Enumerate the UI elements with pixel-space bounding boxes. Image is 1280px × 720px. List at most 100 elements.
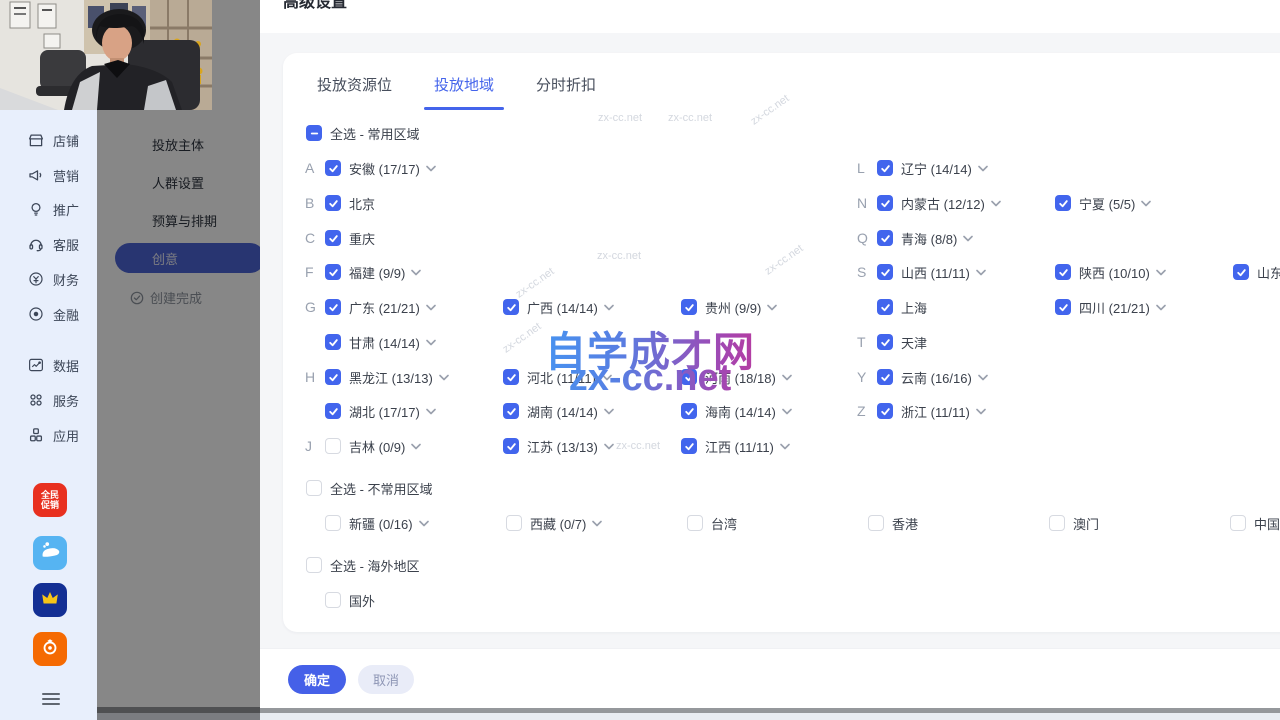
region-item[interactable]: 甘肃 (14/14): [325, 331, 436, 353]
checked-checkbox[interactable]: [877, 369, 893, 385]
chevron-down-icon[interactable]: [978, 165, 988, 172]
quanmin-cuxiao-app-icon[interactable]: 全民促销: [33, 483, 67, 517]
sidebar-item-marketing[interactable]: 营销: [27, 164, 79, 186]
region-item[interactable]: 天津: [877, 331, 927, 353]
region-item[interactable]: 福建 (9/9): [325, 261, 421, 283]
unchecked-checkbox[interactable]: [325, 515, 341, 531]
chevron-down-icon[interactable]: [604, 408, 614, 415]
tab-resource-position[interactable]: 投放资源位: [315, 74, 394, 98]
checked-checkbox[interactable]: [1055, 195, 1071, 211]
checked-checkbox[interactable]: [877, 299, 893, 315]
checked-checkbox[interactable]: [1233, 264, 1249, 280]
tab-time-discount[interactable]: 分时折扣: [534, 74, 598, 98]
checked-checkbox[interactable]: [681, 438, 697, 454]
crown-app-icon[interactable]: [33, 583, 67, 617]
region-item[interactable]: 北京: [325, 192, 375, 214]
region-item[interactable]: 海南 (14/14): [681, 400, 792, 422]
sidebar-item-services[interactable]: 服务: [27, 389, 79, 411]
checked-checkbox[interactable]: [325, 403, 341, 419]
chevron-down-icon[interactable]: [602, 374, 612, 381]
chevron-down-icon[interactable]: [782, 408, 792, 415]
tab-delivery-region[interactable]: 投放地域: [432, 74, 496, 98]
chevron-down-icon[interactable]: [1156, 269, 1166, 276]
checked-checkbox[interactable]: [325, 195, 341, 211]
chevron-down-icon[interactable]: [1156, 304, 1166, 311]
checked-checkbox[interactable]: [503, 369, 519, 385]
chevron-down-icon[interactable]: [963, 235, 973, 242]
chevron-down-icon[interactable]: [767, 304, 777, 311]
checked-checkbox[interactable]: [877, 264, 893, 280]
chevron-down-icon[interactable]: [978, 374, 988, 381]
region-item[interactable]: 上海: [877, 296, 927, 318]
sidebar-item-finance[interactable]: 财务: [27, 268, 79, 290]
region-item[interactable]: 江苏 (13/13): [503, 435, 614, 457]
checked-checkbox[interactable]: [877, 195, 893, 211]
checked-checkbox[interactable]: [325, 299, 341, 315]
select-all-common-regions[interactable]: 全选 - 常用区域: [306, 122, 420, 144]
chevron-down-icon[interactable]: [426, 339, 436, 346]
chevron-down-icon[interactable]: [780, 443, 790, 450]
chevron-down-icon[interactable]: [604, 304, 614, 311]
chevron-down-icon[interactable]: [426, 304, 436, 311]
unchecked-checkbox[interactable]: [1049, 515, 1065, 531]
checked-checkbox[interactable]: [503, 438, 519, 454]
sidebar-item-customer-service[interactable]: 客服: [27, 233, 79, 255]
unchecked-checkbox[interactable]: [306, 557, 322, 573]
checked-checkbox[interactable]: [877, 334, 893, 350]
chevron-down-icon[interactable]: [991, 200, 1001, 207]
unchecked-checkbox[interactable]: [325, 592, 341, 608]
region-item[interactable]: 国外: [325, 589, 375, 611]
checked-checkbox[interactable]: [877, 160, 893, 176]
region-item[interactable]: 新疆 (0/16): [325, 512, 429, 534]
checked-checkbox[interactable]: [325, 264, 341, 280]
chevron-down-icon[interactable]: [976, 408, 986, 415]
checked-checkbox[interactable]: [681, 369, 697, 385]
chevron-down-icon[interactable]: [411, 443, 421, 450]
unchecked-checkbox[interactable]: [506, 515, 522, 531]
checked-checkbox[interactable]: [325, 160, 341, 176]
unchecked-checkbox[interactable]: [687, 515, 703, 531]
region-item[interactable]: 内蒙古 (12/12): [877, 192, 1001, 214]
region-item[interactable]: 广西 (14/14): [503, 296, 614, 318]
region-item[interactable]: 湖南 (14/14): [503, 400, 614, 422]
whale-app-icon[interactable]: [33, 536, 67, 570]
checked-checkbox[interactable]: [503, 403, 519, 419]
checked-checkbox[interactable]: [681, 299, 697, 315]
checked-checkbox[interactable]: [681, 403, 697, 419]
region-item[interactable]: 台湾: [687, 512, 737, 534]
sidebar-item-promotion[interactable]: 推广: [27, 198, 79, 220]
region-item[interactable]: 云南 (16/16): [877, 366, 988, 388]
checked-checkbox[interactable]: [325, 334, 341, 350]
sidebar-item-apps[interactable]: 应用: [27, 424, 79, 446]
sidebar-item-data[interactable]: 数据: [27, 354, 79, 376]
region-item[interactable]: 重庆: [325, 227, 375, 249]
unchecked-checkbox[interactable]: [325, 438, 341, 454]
region-item[interactable]: 青海 (8/8): [877, 227, 973, 249]
region-item[interactable]: 浙江 (11/11): [877, 400, 986, 422]
unchecked-checkbox[interactable]: [306, 480, 322, 496]
chevron-down-icon[interactable]: [604, 443, 614, 450]
checked-checkbox[interactable]: [877, 403, 893, 419]
checked-checkbox[interactable]: [503, 299, 519, 315]
chevron-down-icon[interactable]: [976, 269, 986, 276]
chevron-down-icon[interactable]: [592, 520, 602, 527]
checked-checkbox[interactable]: [325, 230, 341, 246]
chevron-down-icon[interactable]: [439, 374, 449, 381]
region-item[interactable]: 广东 (21/21): [325, 296, 436, 318]
region-item[interactable]: 西藏 (0/7): [506, 512, 602, 534]
region-item[interactable]: 山东 (16/16): [1233, 261, 1280, 283]
region-item[interactable]: 宁夏 (5/5): [1055, 192, 1151, 214]
sidebar-item-fintech[interactable]: 金融: [27, 303, 79, 325]
sidebar-item-shop[interactable]: 店铺: [27, 129, 79, 151]
region-item[interactable]: 河北 (11/11): [503, 366, 612, 388]
unchecked-checkbox[interactable]: [868, 515, 884, 531]
chevron-down-icon[interactable]: [426, 165, 436, 172]
region-item[interactable]: 香港: [868, 512, 918, 534]
indeterminate-checkbox[interactable]: [306, 125, 322, 141]
assistant-app-icon[interactable]: [33, 632, 67, 666]
select-all-uncommon-regions[interactable]: 全选 - 不常用区域: [306, 477, 433, 499]
unchecked-checkbox[interactable]: [1230, 515, 1246, 531]
chevron-down-icon[interactable]: [1141, 200, 1151, 207]
region-item[interactable]: 山西 (11/11): [877, 261, 986, 283]
select-all-overseas-regions[interactable]: 全选 - 海外地区: [306, 554, 420, 576]
